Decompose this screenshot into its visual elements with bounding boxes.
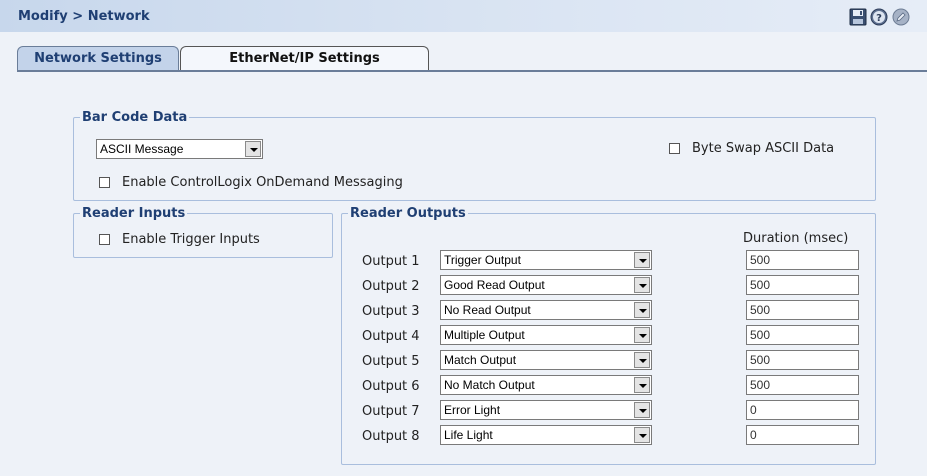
chevron-down-icon[interactable] <box>634 327 650 343</box>
output-5-select[interactable]: Match Output <box>440 350 652 370</box>
chevron-down-icon[interactable] <box>634 352 650 368</box>
select-value: ASCII Message <box>100 142 184 156</box>
output-label: Output 8 <box>362 429 420 444</box>
select-value: Match Output <box>444 353 517 367</box>
chevron-down-icon[interactable] <box>634 427 650 443</box>
trigger-inputs-label: Enable Trigger Inputs <box>122 232 260 247</box>
duration-column-header: Duration (msec) <box>743 231 849 246</box>
title-bar: Modify > Network ? <box>0 0 927 32</box>
output-label: Output 6 <box>362 379 420 394</box>
output-2-duration-input[interactable] <box>746 275 859 295</box>
tab-ethernet-ip-settings[interactable]: EtherNet/IP Settings <box>180 46 429 71</box>
page-title: Modify > Network <box>18 9 150 24</box>
tab-network-settings[interactable]: Network Settings <box>17 46 179 71</box>
output-3-select[interactable]: No Read Output <box>440 300 652 320</box>
output-4-select[interactable]: Multiple Output <box>440 325 652 345</box>
output-7-duration-input[interactable] <box>746 400 859 420</box>
output-8-duration-input[interactable] <box>746 425 859 445</box>
output-8-select[interactable]: Life Light <box>440 425 652 445</box>
chevron-down-icon[interactable] <box>634 302 650 318</box>
barcode-format-select[interactable]: ASCII Message <box>96 139 263 159</box>
output-1-select[interactable]: Trigger Output <box>440 250 652 270</box>
tab-label: Network Settings <box>34 51 162 66</box>
group-legend: Reader Inputs <box>82 206 186 221</box>
svg-text:?: ? <box>876 13 882 24</box>
chevron-down-icon[interactable] <box>245 141 261 157</box>
help-icon[interactable]: ? <box>870 8 888 26</box>
output-label: Output 2 <box>362 279 420 294</box>
byte-swap-label: Byte Swap ASCII Data <box>692 141 835 156</box>
byte-swap-checkbox[interactable] <box>669 143 680 154</box>
select-value: Error Light <box>444 403 501 417</box>
select-value: No Read Output <box>444 303 531 317</box>
chevron-down-icon[interactable] <box>634 377 650 393</box>
ondemand-checkbox[interactable] <box>99 177 110 188</box>
output-label: Output 5 <box>362 354 420 369</box>
chevron-down-icon[interactable] <box>634 277 650 293</box>
chevron-down-icon[interactable] <box>634 252 650 268</box>
group-legend: Reader Outputs <box>350 206 466 221</box>
save-icon[interactable] <box>849 8 867 26</box>
select-value: Trigger Output <box>444 253 521 267</box>
output-1-duration-input[interactable] <box>746 250 859 270</box>
output-label: Output 7 <box>362 404 420 419</box>
output-5-duration-input[interactable] <box>746 350 859 370</box>
output-4-duration-input[interactable] <box>746 325 859 345</box>
chevron-down-icon[interactable] <box>634 402 650 418</box>
output-6-duration-input[interactable] <box>746 375 859 395</box>
output-6-select[interactable]: No Match Output <box>440 375 652 395</box>
output-3-duration-input[interactable] <box>746 300 859 320</box>
select-value: Life Light <box>444 428 493 442</box>
tab-label: EtherNet/IP Settings <box>229 51 380 66</box>
select-value: Good Read Output <box>444 278 545 292</box>
select-value: Multiple Output <box>444 328 525 342</box>
output-2-select[interactable]: Good Read Output <box>440 275 652 295</box>
output-7-select[interactable]: Error Light <box>440 400 652 420</box>
output-label: Output 4 <box>362 329 420 344</box>
output-label: Output 3 <box>362 304 420 319</box>
trigger-inputs-checkbox[interactable] <box>99 234 110 245</box>
group-legend: Bar Code Data <box>82 110 188 125</box>
ondemand-label: Enable ControlLogix OnDemand Messaging <box>122 175 403 190</box>
edit-icon[interactable] <box>892 8 910 26</box>
output-label: Output 1 <box>362 254 420 269</box>
select-value: No Match Output <box>444 378 535 392</box>
